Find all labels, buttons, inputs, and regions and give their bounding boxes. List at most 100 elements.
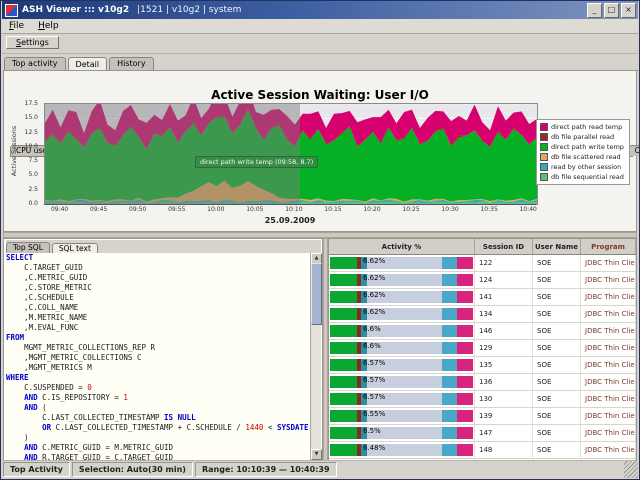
- program-cell: JDBC Thin Client: [581, 255, 636, 271]
- resize-grip[interactable]: [624, 461, 638, 478]
- y-tick-label: 7.5: [28, 157, 38, 164]
- sql-line: C.LAST_COLLECTED_TIMESTAMP IS NULL: [6, 413, 311, 423]
- menu-help[interactable]: Help: [31, 21, 66, 31]
- x-tick-label: 10:25: [402, 206, 419, 213]
- program-cell: JDBC Thin Client: [581, 442, 636, 458]
- activity-cell: 6.62%: [329, 289, 475, 305]
- column-header-user-name[interactable]: User Name: [533, 239, 581, 254]
- user-name-cell: SOE: [533, 340, 581, 356]
- activity-value: 6.48%: [363, 444, 385, 452]
- sql-tab-row: Top SQLSQL text: [6, 240, 321, 254]
- table-row[interactable]: 6.62%134SOEJDBC Thin Client: [329, 306, 636, 323]
- session-id-cell: 129: [475, 340, 533, 356]
- legend-label: direct path read temp: [551, 123, 622, 131]
- bar-segment: [330, 274, 357, 286]
- scroll-down-icon[interactable]: ▼: [311, 449, 322, 460]
- table-row[interactable]: 6.48%148SOEJDBC Thin Client: [329, 442, 636, 459]
- table-header: Activity %Session IDUser NameProgram: [329, 239, 636, 255]
- column-header-session-id[interactable]: Session ID: [475, 239, 533, 254]
- tab-top-activity[interactable]: Top activity: [4, 57, 66, 70]
- bar-segment: [457, 291, 473, 303]
- sql-line: ): [6, 433, 311, 443]
- activity-value: 6.62%: [363, 291, 385, 299]
- sql-tab-top-sql[interactable]: Top SQL: [6, 242, 50, 253]
- window-title: ASH Viewer ::: v10g2: [22, 5, 129, 15]
- program-cell: JDBC Thin Client: [581, 306, 636, 322]
- sql-line: C.SUSPENDED = 0: [6, 383, 311, 393]
- bar-segment: [457, 325, 473, 337]
- bar-segment: [330, 291, 357, 303]
- activity-cell: 6.57%: [329, 374, 475, 390]
- selection-dim-overlay[interactable]: [45, 104, 300, 204]
- x-tick-label: 09:55: [168, 206, 185, 213]
- status-view-label: Top Activity: [3, 462, 70, 477]
- tab-detail[interactable]: Detail: [68, 57, 108, 71]
- activity-bar: [330, 427, 473, 439]
- sql-text-view[interactable]: SELECT C.TARGET_GUID ,C.METRIC_GUID ,C.S…: [6, 253, 311, 460]
- bar-segment: [442, 444, 458, 456]
- bar-segment: [442, 410, 458, 422]
- title-bar[interactable]: ASH Viewer ::: v10g2 |1521 | v10g2 | sys…: [2, 1, 638, 19]
- table-row[interactable]: 6.6%146SOEJDBC Thin Client: [329, 323, 636, 340]
- sql-line: OR C.LAST_COLLECTED_TIMESTAMP + C.SCHEDU…: [6, 423, 311, 433]
- chart-legend: direct path read temp db file parallel re…: [536, 119, 630, 185]
- scroll-thumb[interactable]: [311, 263, 322, 325]
- bar-segment: [330, 325, 357, 337]
- activity-bar: [330, 410, 473, 422]
- activity-bar: [330, 342, 473, 354]
- table-row[interactable]: 6.57%136SOEJDBC Thin Client: [329, 374, 636, 391]
- sql-line: ,MGMT_METRICS M: [6, 363, 311, 373]
- x-tick-label: 09:40: [51, 206, 68, 213]
- y-tick-label: 0.0: [28, 200, 38, 207]
- table-row[interactable]: 6.57%130SOEJDBC Thin Client: [329, 391, 636, 408]
- bar-segment: [457, 308, 473, 320]
- legend-label: db file scattered read: [551, 153, 621, 161]
- column-header-program[interactable]: Program: [581, 239, 636, 254]
- legend-swatch: [540, 173, 548, 181]
- y-tick-label: 17.5: [25, 100, 38, 107]
- detail-panel: CPU usedSchedulerUser I/OSystem I/OConcu…: [3, 70, 637, 232]
- session-id-cell: 134: [475, 306, 533, 322]
- menu-file[interactable]: File: [2, 21, 31, 31]
- bar-segment: [442, 359, 458, 371]
- activity-cell: 6.57%: [329, 391, 475, 407]
- user-name-cell: SOE: [533, 272, 581, 288]
- sql-panel: Top SQLSQL text SELECT C.TARGET_GUID ,C.…: [3, 238, 323, 462]
- legend-swatch: [540, 153, 548, 161]
- legend-item-db-file-sequential-read: db file sequential read: [540, 172, 626, 182]
- settings-button[interactable]: Settings: [6, 36, 59, 49]
- tab-history[interactable]: History: [109, 57, 153, 70]
- table-row[interactable]: 6.5%147SOEJDBC Thin Client: [329, 425, 636, 442]
- session-id-cell: 147: [475, 425, 533, 441]
- bar-segment: [442, 257, 458, 269]
- legend-item-db-file-parallel-read: db file parallel read: [540, 132, 626, 142]
- close-button[interactable]: ×: [621, 3, 636, 18]
- activity-value: 6.62%: [363, 274, 385, 282]
- legend-label: db file parallel read: [551, 133, 614, 141]
- table-row[interactable]: 6.6%129SOEJDBC Thin Client: [329, 340, 636, 357]
- table-row[interactable]: 6.55%139SOEJDBC Thin Client: [329, 408, 636, 425]
- activity-value: 6.6%: [363, 342, 381, 350]
- chart-plot[interactable]: direct path write temp (09:58, 8.7): [44, 103, 538, 205]
- bar-segment: [330, 427, 357, 439]
- table-row[interactable]: 6.62%122SOEJDBC Thin Client: [329, 255, 636, 272]
- bar-segment: [457, 274, 473, 286]
- table-row[interactable]: 6.62%124SOEJDBC Thin Client: [329, 272, 636, 289]
- chart-canvas: Active Sessions 0.02.55.07.510.012.515.0…: [6, 103, 634, 229]
- column-header-activity[interactable]: Activity %: [329, 239, 475, 254]
- user-name-cell: SOE: [533, 374, 581, 390]
- table-row[interactable]: 6.62%141SOEJDBC Thin Client: [329, 289, 636, 306]
- maximize-button[interactable]: □: [604, 3, 619, 18]
- session-id-cell: 139: [475, 408, 533, 424]
- y-tick-label: 12.5: [25, 129, 38, 136]
- table-row[interactable]: 6.57%135SOEJDBC Thin Client: [329, 357, 636, 374]
- minimize-button[interactable]: _: [587, 3, 602, 18]
- activity-cell: 6.57%: [329, 357, 475, 373]
- user-name-cell: SOE: [533, 289, 581, 305]
- x-tick-label: 10:30: [441, 206, 458, 213]
- bar-segment: [457, 376, 473, 388]
- bar-segment: [330, 342, 357, 354]
- sql-scrollbar[interactable]: ▲ ▼: [310, 253, 321, 460]
- program-cell: JDBC Thin Client: [581, 374, 636, 390]
- legend-item-direct-path-write-temp: direct path write temp: [540, 142, 626, 152]
